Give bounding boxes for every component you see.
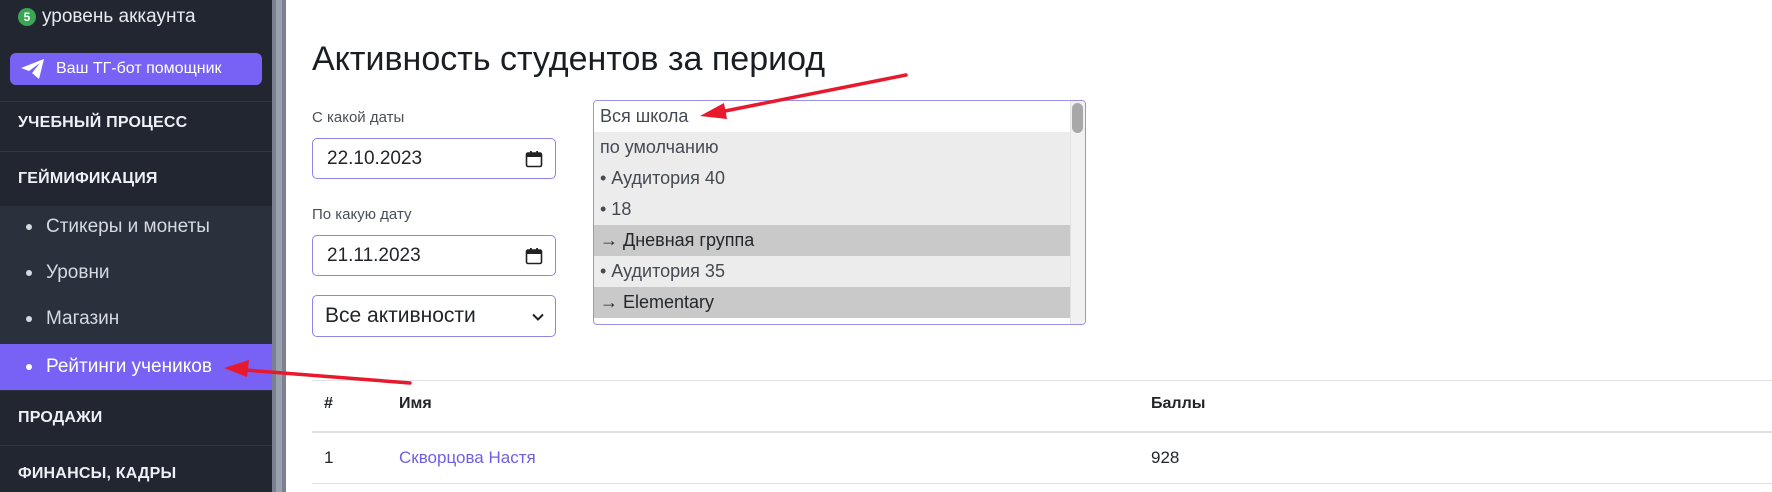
sidebar-item-stickers[interactable]: Стикеры и монеты	[0, 204, 272, 250]
page-title: Активность студентов за период	[312, 40, 826, 78]
student-score: 928	[1151, 448, 1180, 467]
listbox-scrollbar-thumb[interactable]	[1072, 103, 1083, 133]
sidebar-item-label: Магазин	[46, 308, 120, 329]
sidebar: 5 уровень аккаунта Ваш ТГ-бот помощник У…	[0, 0, 272, 492]
sidebar-scrollbar-thumb[interactable]	[276, 0, 282, 492]
sidebar-item-levels[interactable]: Уровни	[0, 250, 272, 296]
level-badge: 5	[18, 8, 36, 26]
sidebar-divider	[0, 445, 272, 446]
group-option[interactable]: • 18	[594, 194, 1072, 225]
group-option[interactable]: → Elementary	[594, 287, 1072, 318]
group-listbox[interactable]: Вся школа по умолчанию • Аудитория 40 • …	[593, 100, 1086, 325]
column-header-number: #	[324, 395, 333, 412]
account-level[interactable]: 5 уровень аккаунта	[18, 6, 196, 28]
from-date-value: 22.10.2023	[327, 147, 423, 169]
table-row-border	[312, 483, 1772, 484]
activity-select-value: Все активности	[325, 304, 476, 327]
sidebar-item-shop[interactable]: Магазин	[0, 296, 272, 342]
to-date-input[interactable]: 21.11.2023	[312, 235, 556, 276]
group-option[interactable]: → Дневная группа	[594, 225, 1072, 256]
student-name-link[interactable]: Скворцова Настя	[399, 448, 536, 468]
sidebar-section-sales[interactable]: ПРОДАЖИ	[18, 409, 103, 427]
table-header-border	[312, 431, 1772, 433]
bullet-icon	[26, 270, 32, 276]
column-header-score: Баллы	[1151, 395, 1206, 412]
bullet-icon	[26, 224, 32, 230]
row-number: 1	[324, 448, 334, 467]
from-date-input[interactable]: 22.10.2023	[312, 138, 556, 179]
sidebar-divider	[0, 151, 272, 152]
to-date-label: По какую дату	[312, 206, 412, 223]
sidebar-item-label: Стикеры и монеты	[46, 216, 210, 237]
sidebar-section-gamification[interactable]: ГЕЙМИФИКАЦИЯ	[18, 170, 158, 188]
app-window: 5 уровень аккаунта Ваш ТГ-бот помощник У…	[0, 0, 1772, 492]
sidebar-section-learning[interactable]: УЧЕБНЫЙ ПРОЦЕСС	[18, 114, 187, 132]
listbox-scrollbar[interactable]	[1070, 101, 1085, 324]
sidebar-item-label: Уровни	[46, 262, 110, 283]
tg-bot-button[interactable]: Ваш ТГ-бот помощник	[10, 53, 262, 85]
to-date-value: 21.11.2023	[327, 244, 421, 266]
chevron-down-icon	[532, 313, 544, 321]
group-option[interactable]: • Аудитория 40	[594, 163, 1072, 194]
column-header-name: Имя	[399, 395, 432, 412]
table-top-border	[312, 380, 1772, 381]
group-option[interactable]: • Аудитория 35	[594, 256, 1072, 287]
sidebar-divider	[0, 101, 272, 102]
sidebar-section-finance[interactable]: ФИНАНСЫ, КАДРЫ	[18, 465, 176, 483]
group-option[interactable]: по умолчанию	[594, 132, 1072, 163]
group-option[interactable]: Вся школа	[594, 101, 1072, 132]
bullet-icon	[26, 364, 32, 370]
bullet-icon	[26, 316, 32, 322]
sidebar-item-label: Рейтинги учеников	[46, 356, 212, 377]
tg-bot-button-label: Ваш ТГ-бот помощник	[56, 60, 222, 77]
paper-plane-icon	[21, 59, 44, 79]
from-date-label: С какой даты	[312, 109, 405, 126]
calendar-icon[interactable]	[525, 247, 543, 265]
account-level-label: уровень аккаунта	[42, 6, 196, 27]
calendar-icon[interactable]	[525, 150, 543, 168]
activity-select[interactable]: Все активности	[312, 295, 556, 337]
sidebar-item-student-ratings[interactable]: Рейтинги учеников	[0, 344, 272, 390]
